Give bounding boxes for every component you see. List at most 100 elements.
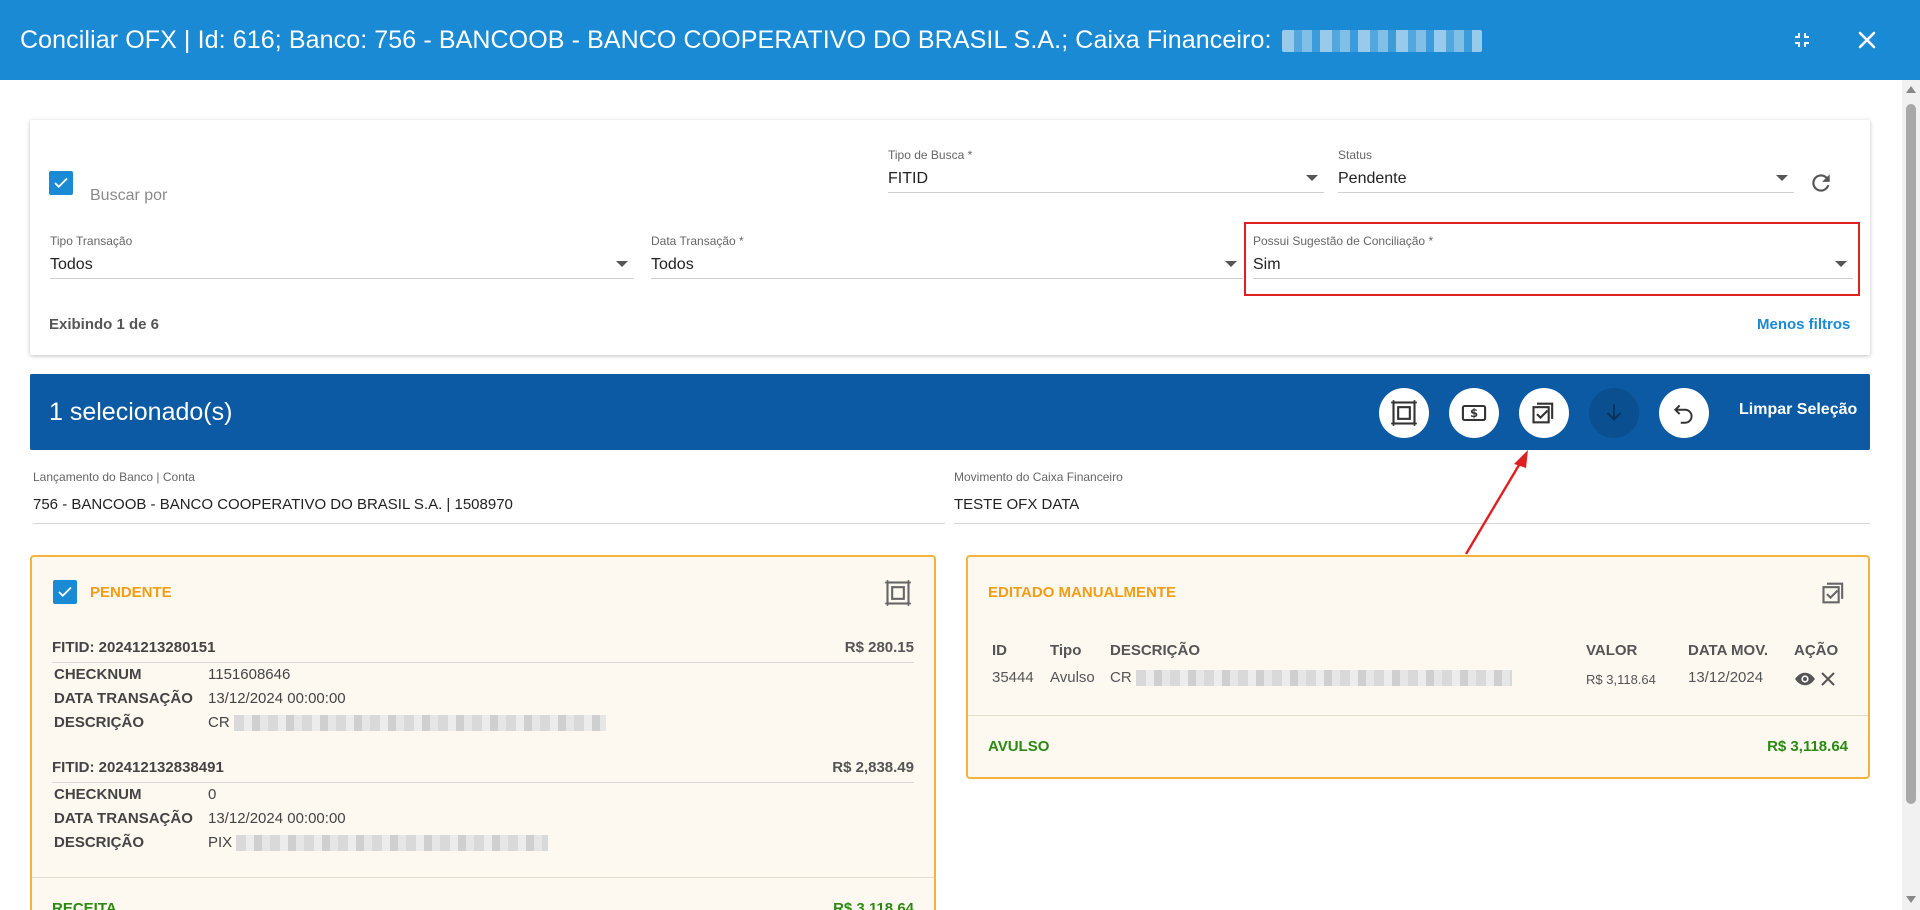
col-acao: AÇÃO <box>1794 642 1839 659</box>
data-transacao-value: Todos <box>651 256 694 273</box>
tipo-busca-select[interactable]: Tipo de Busca * FITID <box>888 148 1324 193</box>
data-transacao-select[interactable]: Data Transação * Todos <box>651 234 1243 279</box>
row-descricao: CR <box>1110 669 1512 687</box>
group-icon <box>1391 400 1417 426</box>
checkbox-stack-icon <box>1532 402 1554 424</box>
manual-card: EDITADO MANUALMENTE ID Tipo DESCRIÇÃO VA… <box>966 555 1870 779</box>
limpar-selecao-button[interactable]: Limpar Seleção <box>1739 401 1857 419</box>
close-icon[interactable] <box>1849 22 1885 58</box>
kv-key: CHECKNUM <box>54 666 142 683</box>
kv-key: DATA TRANSAÇÃO <box>54 810 193 827</box>
undo-icon <box>1673 404 1693 424</box>
redacted-text <box>236 835 549 852</box>
undo-button[interactable] <box>1659 388 1709 438</box>
amount: R$ 280.15 <box>844 639 914 656</box>
row-tipo: Avulso <box>1050 669 1095 686</box>
banco-field: Lançamento do Banco | Conta 756 - BANCOO… <box>33 470 945 524</box>
caixa-label: Movimento do Caixa Financeiro <box>954 470 1123 484</box>
kv-key: CHECKNUM <box>54 786 142 803</box>
redacted-name <box>1281 29 1482 52</box>
chevron-down-icon <box>1225 261 1237 267</box>
list-item: FITID: 202412132838491 R$ 2,838.49 <box>52 759 914 783</box>
col-id: ID <box>992 642 1007 659</box>
search-input[interactable]: Buscar por <box>90 175 886 219</box>
row-valor: R$ 3,118.64 <box>1586 672 1656 687</box>
chevron-down-icon <box>616 261 628 267</box>
scrollbar-thumb[interactable] <box>1906 104 1916 804</box>
tipo-busca-label: Tipo de Busca * <box>888 148 973 162</box>
banco-label: Lançamento do Banco | Conta <box>33 470 195 484</box>
selection-count: 1 selecionado(s) <box>49 398 233 426</box>
caixa-field: Movimento do Caixa Financeiro TESTE OFX … <box>954 470 1870 524</box>
tipo-transacao-label: Tipo Transação <box>50 234 133 248</box>
col-descricao: DESCRIÇÃO <box>1110 642 1201 659</box>
dialog-header: Conciliar OFX | Id: 616; Banco: 756 - BA… <box>0 0 1920 80</box>
group-button[interactable] <box>1379 388 1429 438</box>
redacted-text <box>233 715 606 732</box>
selection-bar: 1 selecionado(s) $ Limpar Seleção <box>30 374 1870 450</box>
redacted-text <box>1135 670 1512 687</box>
fitid: FITID: 20241213280151 <box>52 639 216 656</box>
fitid: FITID: 202412132838491 <box>52 759 224 776</box>
kv-value: 1151608646 <box>208 666 291 683</box>
pendente-footer-label: RECEITA <box>52 900 117 910</box>
search-checkbox[interactable] <box>49 171 73 195</box>
group-icon[interactable] <box>884 579 912 607</box>
row-id: 35444 <box>992 669 1034 686</box>
menos-filtros-link[interactable]: Menos filtros <box>1757 316 1850 333</box>
pendente-card: PENDENTE FITID: 20241213280151 R$ 280.15… <box>30 555 936 910</box>
dialog-title: Conciliar OFX | Id: 616; Banco: 756 - BA… <box>20 26 1482 55</box>
kv-value: 0 <box>208 786 217 803</box>
manual-header: EDITADO MANUALMENTE <box>988 584 1177 601</box>
amount: R$ 2,838.49 <box>832 759 914 776</box>
search-placeholder: Buscar por <box>90 187 168 204</box>
minimize-icon[interactable] <box>1784 22 1820 58</box>
pendente-header: PENDENTE <box>90 584 172 601</box>
banco-value: 756 - BANCOOB - BANCO COOPERATIVO DO BRA… <box>33 496 513 513</box>
kv-key: DATA TRANSAÇÃO <box>54 690 193 707</box>
highlight-box <box>1244 222 1860 296</box>
tipo-transacao-select[interactable]: Tipo Transação Todos <box>50 234 634 279</box>
row-data: 13/12/2024 <box>1688 669 1764 686</box>
tipo-transacao-value: Todos <box>50 256 93 273</box>
manual-footer-amount: R$ 3,118.64 <box>1767 738 1848 755</box>
kv-key: DESCRIÇÃO <box>54 714 145 731</box>
tipo-busca-value: FITID <box>888 170 928 187</box>
kv-value: 13/12/2024 00:00:00 <box>208 690 346 707</box>
check-icon <box>58 586 72 598</box>
kv-value: CR <box>208 714 606 732</box>
check-icon <box>54 177 68 189</box>
status-value: Pendente <box>1338 170 1407 187</box>
chevron-down-icon <box>1306 175 1318 181</box>
status-select[interactable]: Status Pendente <box>1338 148 1794 193</box>
remove-icon[interactable] <box>1820 671 1836 687</box>
pendente-footer-amount: R$ 3,118.64 <box>833 900 914 910</box>
download-button[interactable] <box>1589 388 1639 438</box>
checkbox-stack-icon[interactable] <box>1820 579 1848 607</box>
col-tipo: Tipo <box>1050 642 1082 659</box>
arrow-down-icon <box>1606 404 1622 421</box>
kv-value: 13/12/2024 00:00:00 <box>208 810 346 827</box>
scroll-up-icon[interactable] <box>1906 86 1916 93</box>
kv-key: DESCRIÇÃO <box>54 834 145 851</box>
col-data: DATA MOV. <box>1688 642 1769 659</box>
svg-text:$: $ <box>1470 406 1478 420</box>
chevron-down-icon <box>1776 175 1788 181</box>
refresh-icon[interactable] <box>1808 170 1834 196</box>
money-button[interactable]: $ <box>1449 388 1499 438</box>
col-valor: VALOR <box>1586 642 1638 659</box>
kv-value: PIX <box>208 834 549 852</box>
manual-footer-label: AVULSO <box>988 738 1050 755</box>
annotation-arrow <box>1464 450 1528 555</box>
scrollbar[interactable] <box>1902 80 1920 910</box>
money-icon: $ <box>1461 404 1487 422</box>
scroll-down-icon[interactable] <box>1906 896 1916 903</box>
list-item: FITID: 20241213280151 R$ 280.15 <box>52 639 914 663</box>
data-transacao-label: Data Transação * <box>651 234 744 248</box>
pendente-checkbox[interactable] <box>53 580 77 604</box>
result-count: Exibindo 1 de 6 <box>49 316 160 333</box>
eye-icon[interactable] <box>1794 670 1816 688</box>
reconcile-button[interactable] <box>1519 388 1569 438</box>
status-label: Status <box>1338 148 1373 162</box>
caixa-value: TESTE OFX DATA <box>954 496 1080 513</box>
